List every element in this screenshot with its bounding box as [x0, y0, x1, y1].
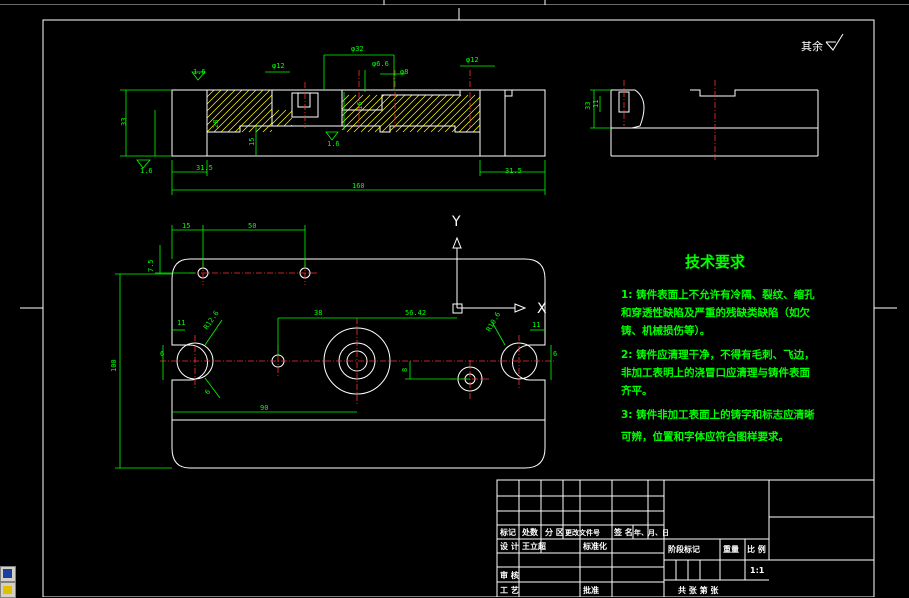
tb-standard: 标准化 [582, 541, 607, 551]
layer-toolbar-icon[interactable] [0, 582, 16, 598]
plan-view: Y X 15 50 7.5 38 56.42 11 11 R12.6 R10.6… [110, 214, 557, 469]
tb-scale-val: 1:1 [750, 566, 765, 575]
dim-r16-left: 1.6 [193, 68, 206, 76]
dim-h6r: 6 [553, 350, 557, 358]
side-view: 33 11 [584, 80, 819, 160]
tb-designer: 王立超 [522, 541, 547, 551]
tb-date: 年、月、日 [634, 528, 669, 537]
dim-w38: 38 [314, 309, 322, 317]
dim-w160: 160 [352, 182, 365, 190]
hatch-line [206, 89, 236, 119]
tb-scale: 比 例 [747, 544, 766, 554]
plan-centerlines [160, 262, 555, 405]
axis-y-label: Y [451, 214, 461, 230]
tech-line: 可辨，位置和字体应符合图样要求。 [621, 430, 789, 443]
tech-line: 2: 铸件应清理干净，不得有毛刺、飞边， [621, 348, 815, 361]
section-view: φ32 φ12 φ12 φ6.6 φ8 33 28 15 16 31.5 31.… [120, 45, 546, 195]
dim-phi12-left: φ12 [272, 62, 285, 70]
tb-sheets: 共 张 第 张 [678, 585, 719, 595]
hatch-line [271, 109, 287, 125]
hatch-line [451, 103, 481, 133]
hatch-line [444, 96, 481, 133]
dim-h33: 33 [120, 118, 128, 126]
hatch-line [341, 94, 378, 131]
side-dim-h33: 33 [584, 102, 592, 110]
dim-h100: 100 [110, 359, 118, 372]
tech-line: 和穿透性缺陷及严重的残缺类缺陷（如欠 [620, 306, 810, 319]
tech-line: 铸、机械损伤等）。 [621, 324, 710, 337]
tb-zone: 分 区 [545, 527, 564, 537]
tech-line: 齐平。 [621, 384, 653, 397]
dim-phi6: φ6.6 [372, 60, 389, 68]
plan-outline [171, 258, 546, 469]
tech-line: 1: 铸件表面上不允许有冷隔、裂纹、缩孔 [621, 288, 815, 301]
coordinate-axes [452, 236, 527, 313]
roughness-note: 其余 [801, 33, 844, 53]
hatch-line [341, 94, 350, 103]
hatch-line [269, 129, 273, 133]
hatch-line [465, 117, 481, 133]
tb-count: 处数 [521, 527, 539, 537]
dim-h8: 8 [401, 368, 409, 372]
dim-phi8: φ8 [400, 68, 408, 76]
axis-x-label: X [537, 301, 547, 317]
dim-phi32: φ32 [351, 45, 364, 53]
tb-mark: 标记 [499, 527, 516, 537]
side-dim-h11: 11 [592, 100, 600, 108]
dim-r12-6: R12.6 [202, 309, 221, 331]
title-block: 标记 处数 分 区 更改文件号 签 名 年、月、日 设 计 王立超 标准化 阶段… [496, 479, 875, 597]
hatch-line [472, 124, 481, 133]
dim-h28: 28 [212, 120, 220, 128]
section-dimension-lines [120, 54, 546, 195]
dim-h6: 6 [160, 350, 164, 358]
dim-w31-5: 31.5 [196, 164, 213, 172]
tech-line: 3: 铸件非加工表面上的铸字和标志应清晰 [621, 408, 815, 421]
tech-line: 非加工表明上的浇冒口应清理与铸件表面 [621, 366, 810, 379]
dim-r16-mid: 1.6 [327, 140, 340, 148]
hatch-line [206, 89, 222, 105]
hatch-line [283, 117, 293, 127]
tb-docno: 更改文件号 [565, 528, 600, 537]
hatch-line [255, 115, 273, 133]
tb-stage: 阶段标记 [668, 544, 700, 554]
tb-approve: 批准 [583, 585, 599, 595]
dim-w90: 90 [260, 404, 268, 412]
tech-title: 技术要求 [685, 253, 746, 271]
dim-r16-bottom: 1.6 [140, 167, 153, 175]
dim-d6: 6 [203, 388, 212, 396]
dim-w50: 50 [248, 222, 256, 230]
hatch-line [262, 122, 273, 133]
hatch-line [276, 110, 293, 127]
tb-process: 工 艺 [500, 585, 519, 595]
section-dimension-texts: φ32 φ12 φ12 φ6.6 φ8 33 28 15 16 31.5 31.… [120, 45, 522, 190]
tb-weight: 重量 [723, 544, 739, 554]
hatch-line [271, 109, 280, 118]
dim-h16: 16 [356, 102, 364, 110]
dim-phi12-right: φ12 [466, 56, 479, 64]
dim-r10-6: R10.6 [485, 311, 502, 333]
cad-drawing-canvas[interactable]: 其余 φ32 φ12 φ12 φ6.6 φ8 33 28 15 16 31.5 … [0, 0, 909, 597]
dim-w11r: 11 [532, 321, 540, 329]
hatch-line [248, 108, 273, 133]
tb-sign: 签 名 [613, 527, 633, 537]
roughness-note-text: 其余 [801, 39, 823, 53]
dim-w11: 11 [177, 319, 185, 327]
hatch-line [206, 89, 215, 98]
tb-design: 设 计 [500, 541, 519, 551]
dim-w56-42: 56.42 [405, 309, 426, 317]
tb-review: 审 核 [500, 570, 519, 580]
dim-w15: 15 [182, 222, 190, 230]
dim-h7-5: 7.5 [147, 259, 155, 272]
dim-h15: 15 [248, 138, 256, 146]
plan-dimension-texts: 15 50 7.5 38 56.42 11 11 R12.6 R10.6 6 9… [110, 222, 557, 412]
ucs-toolbar-icon[interactable] [0, 566, 16, 582]
dim-w31-5b: 31.5 [505, 167, 522, 175]
technical-requirements: 技术要求 1: 铸件表面上不允许有冷隔、裂纹、缩孔 和穿透性缺陷及严重的残缺类缺… [620, 253, 815, 443]
